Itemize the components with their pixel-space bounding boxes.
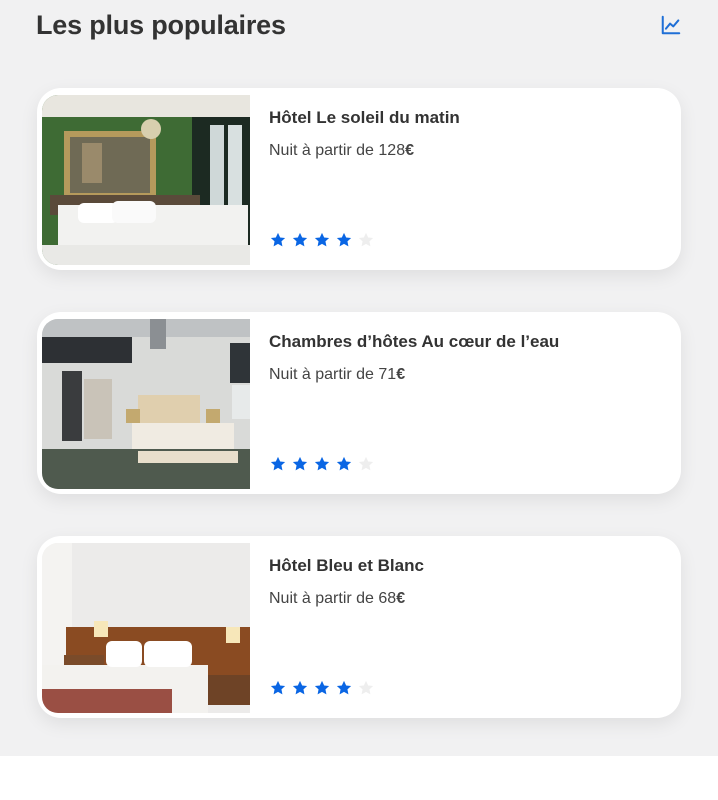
hotel-photo — [42, 543, 250, 713]
star-filled-icon — [270, 456, 286, 471]
star-rating — [269, 679, 375, 699]
hotel-name: Chambres d’hôtes Au cœur de l’eau — [269, 332, 560, 351]
price-prefix: Nuit à partir de — [269, 142, 379, 159]
star-filled-icon — [292, 680, 308, 695]
price-value: 68 — [378, 590, 397, 607]
price-prefix: Nuit à partir de — [269, 366, 379, 383]
star-empty-icon — [358, 232, 374, 247]
star-filled-icon — [336, 456, 352, 471]
price-value: 71 — [378, 366, 397, 383]
star-rating — [269, 455, 375, 475]
star-filled-icon — [314, 232, 330, 247]
star-empty-icon — [358, 456, 374, 471]
hotel-photo — [42, 319, 250, 489]
hotel-card[interactable]: Chambres d’hôtes Au cœur de l’eau Nuit à… — [37, 312, 681, 494]
star-filled-icon — [292, 232, 308, 247]
hotel-name: Hôtel Le soleil du matin — [269, 108, 460, 127]
star-filled-icon — [292, 456, 308, 471]
price-line: Nuit à partir de 68€ — [269, 590, 405, 608]
star-filled-icon — [336, 232, 352, 247]
currency: € — [405, 142, 414, 159]
price-line: Nuit à partir de 71€ — [269, 366, 405, 384]
star-empty-icon — [358, 680, 374, 695]
popular-section: Les plus populaires Hôtel Le soleil du m… — [0, 0, 718, 756]
trending-chart-icon[interactable] — [660, 14, 682, 36]
section-header: Les plus populaires — [36, 6, 682, 46]
star-filled-icon — [336, 680, 352, 695]
star-filled-icon — [314, 680, 330, 695]
currency: € — [396, 366, 406, 383]
price-prefix: Nuit à partir de — [269, 590, 379, 607]
price-value: 128 — [378, 142, 406, 159]
hotel-card[interactable]: Hôtel Bleu et Blanc Nuit à partir de 68€ — [37, 536, 681, 718]
star-rating — [269, 231, 375, 251]
hotel-photo — [42, 95, 250, 265]
hotel-card[interactable]: Hôtel Le soleil du matin Nuit à partir d… — [37, 88, 681, 270]
currency: € — [396, 590, 406, 607]
hotel-name: Hôtel Bleu et Blanc — [269, 556, 424, 575]
star-filled-icon — [314, 456, 330, 471]
section-title: Les plus populaires — [36, 10, 286, 40]
price-line: Nuit à partir de 128€ — [269, 142, 414, 160]
star-filled-icon — [270, 680, 286, 695]
star-filled-icon — [270, 232, 286, 247]
